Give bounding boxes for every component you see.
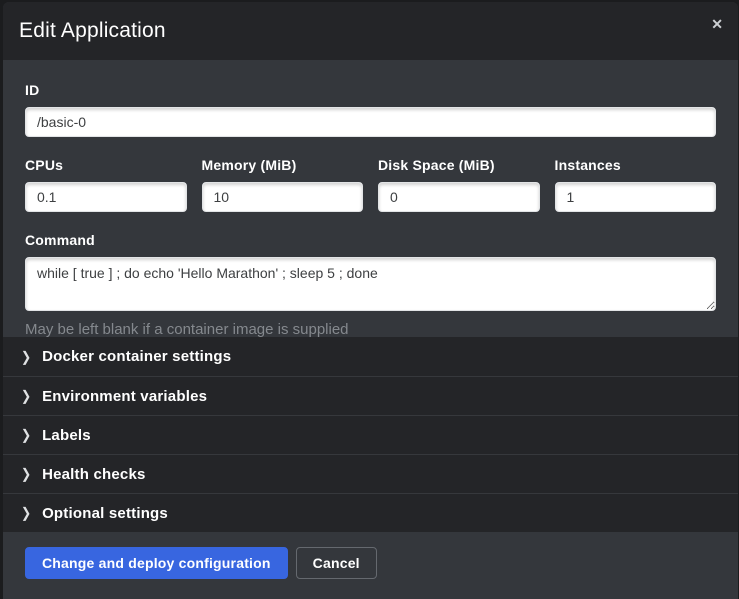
instances-input[interactable]: [555, 182, 717, 212]
disk-input[interactable]: [378, 182, 540, 212]
memory-field-group: Memory (MiB): [202, 157, 364, 212]
cancel-button[interactable]: Cancel: [296, 547, 377, 579]
change-and-deploy-button[interactable]: Change and deploy configuration: [25, 547, 288, 579]
disk-label: Disk Space (MiB): [378, 157, 540, 173]
chevron-right-icon: ❯: [21, 467, 31, 481]
section-labels[interactable]: ❯ Labels: [3, 415, 738, 454]
cpus-input[interactable]: [25, 182, 187, 212]
chevron-right-icon: ❯: [21, 350, 31, 364]
chevron-right-icon: ❯: [21, 428, 31, 442]
memory-label: Memory (MiB): [202, 157, 364, 173]
id-field-group: ID: [25, 82, 716, 137]
section-label: Health checks: [42, 466, 145, 483]
section-docker-container-settings[interactable]: ❯ Docker container settings: [3, 337, 738, 376]
section-label: Docker container settings: [42, 348, 231, 365]
section-health-checks[interactable]: ❯ Health checks: [3, 454, 738, 493]
memory-input[interactable]: [202, 182, 364, 212]
id-input[interactable]: [25, 107, 716, 137]
command-field-group: Command while [ true ] ; do echo 'Hello …: [25, 232, 716, 338]
command-help-text: May be left blank if a container image i…: [25, 321, 716, 338]
resources-row: CPUs Memory (MiB) Disk Space (MiB) Insta…: [25, 157, 716, 212]
section-label: Optional settings: [42, 505, 168, 522]
section-label: Environment variables: [42, 388, 207, 405]
edit-application-modal: Edit Application ✕ ID CPUs Memory (MiB) …: [3, 2, 738, 599]
section-optional-settings[interactable]: ❯ Optional settings: [3, 493, 738, 532]
chevron-right-icon: ❯: [21, 506, 31, 520]
command-textarea[interactable]: while [ true ] ; do echo 'Hello Marathon…: [25, 257, 716, 311]
modal-title: Edit Application: [19, 19, 166, 43]
collapsible-sections: ❯ Docker container settings ❯ Environmen…: [3, 337, 738, 532]
application-form: ID CPUs Memory (MiB) Disk Space (MiB) In…: [3, 60, 738, 337]
instances-label: Instances: [555, 157, 717, 173]
modal-header: Edit Application ✕: [3, 2, 738, 60]
instances-field-group: Instances: [555, 157, 717, 212]
command-label: Command: [25, 232, 716, 248]
chevron-right-icon: ❯: [21, 389, 31, 403]
disk-field-group: Disk Space (MiB): [378, 157, 540, 212]
id-label: ID: [25, 82, 716, 98]
cpus-label: CPUs: [25, 157, 187, 173]
modal-footer: Change and deploy configuration Cancel: [3, 532, 738, 599]
cpus-field-group: CPUs: [25, 157, 187, 212]
close-icon[interactable]: ✕: [711, 17, 723, 31]
section-label: Labels: [42, 427, 91, 444]
section-environment-variables[interactable]: ❯ Environment variables: [3, 376, 738, 415]
